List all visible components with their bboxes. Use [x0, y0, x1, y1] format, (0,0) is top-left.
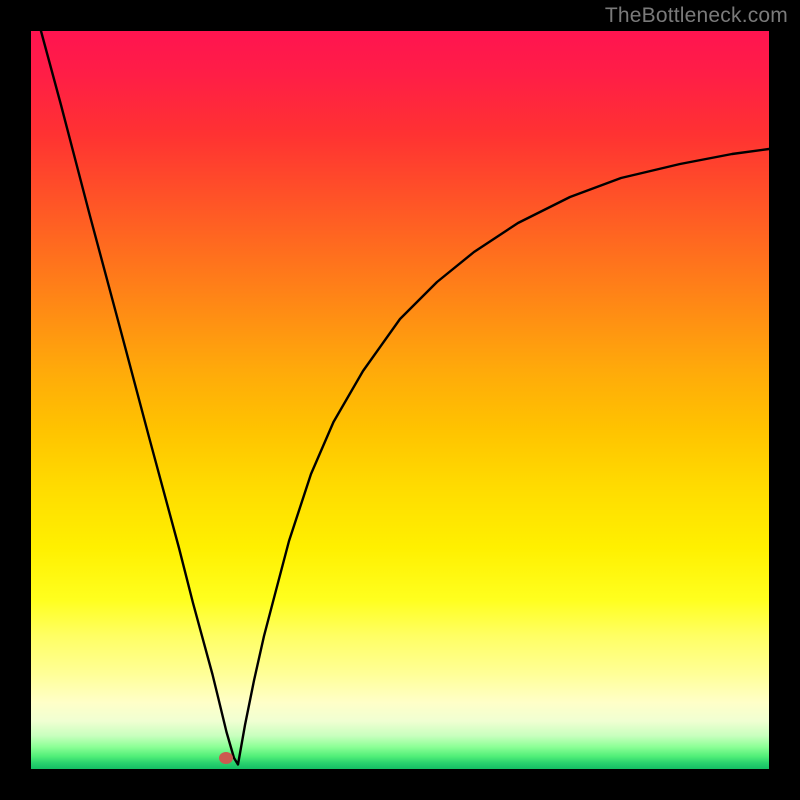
plot-area [31, 31, 769, 769]
bottleneck-curve [31, 31, 769, 769]
curve-minimum-marker [219, 752, 233, 764]
watermark-text: TheBottleneck.com [605, 4, 788, 28]
chart-frame: TheBottleneck.com [0, 0, 800, 800]
curve-path [41, 31, 769, 765]
